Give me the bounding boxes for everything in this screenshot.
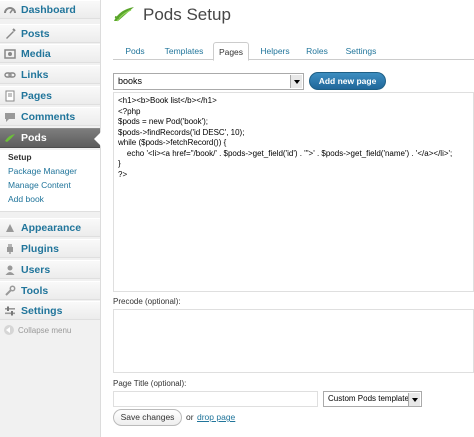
- page-title: Pods Setup: [143, 5, 231, 24]
- collapse-menu-label: Collapse menu: [18, 325, 72, 335]
- pods-submenu: Setup Package Manager Manage Content Add…: [0, 150, 100, 212]
- page-select-value: books: [118, 76, 143, 86]
- template-select-value: Custom Pods template: [328, 394, 409, 403]
- sidebar-item-pages[interactable]: Pages: [0, 86, 100, 105]
- sidebar-item-label: Settings: [21, 304, 63, 317]
- drop-page-link[interactable]: drop page: [197, 412, 235, 422]
- page-select[interactable]: books: [113, 73, 304, 90]
- collapse-arrow-icon: [4, 325, 14, 335]
- submenu-item-setup[interactable]: Setup: [0, 150, 100, 164]
- pods-icon: [4, 132, 16, 144]
- page-title-label: Page Title (optional):: [113, 379, 187, 388]
- sidebar-item-label: Links: [21, 68, 49, 81]
- tab-templates[interactable]: Templates: [161, 42, 207, 60]
- tools-icon: [4, 285, 16, 297]
- media-icon: [4, 48, 16, 60]
- precode-textarea[interactable]: [113, 309, 474, 373]
- page-code-editor[interactable]: <h1><b>Book list</b></h1> <?php $pods = …: [113, 92, 474, 292]
- sidebar-item-dashboard[interactable]: Dashboard: [0, 0, 100, 19]
- submenu-item-manage-content[interactable]: Manage Content: [0, 178, 100, 192]
- submenu-item-add-book[interactable]: Add book: [0, 192, 100, 206]
- sidebar-item-posts[interactable]: Posts: [0, 24, 100, 43]
- sidebar-item-label: Pods: [21, 132, 47, 144]
- tab-pages[interactable]: Pages: [213, 42, 249, 61]
- add-new-page-button[interactable]: Add new page: [309, 72, 386, 90]
- sidebar-item-label: Dashboard: [21, 3, 76, 16]
- sidebar-item-media[interactable]: Media: [0, 44, 100, 63]
- submenu-item-package-manager[interactable]: Package Manager: [0, 164, 100, 178]
- tab-bar: Pods Templates Pages Helpers Roles Setti…: [113, 42, 474, 61]
- sidebar-item-appearance[interactable]: Appearance: [0, 218, 100, 237]
- pages-icon: [4, 90, 16, 102]
- comments-icon: [4, 111, 16, 123]
- links-icon: [4, 69, 16, 81]
- tab-pods[interactable]: Pods: [121, 42, 149, 60]
- sidebar-item-plugins[interactable]: Plugins: [0, 239, 100, 258]
- appearance-icon: [4, 222, 16, 234]
- sidebar-item-label: Comments: [21, 110, 76, 123]
- chevron-down-icon[interactable]: [290, 75, 302, 88]
- sidebar-item-label: Media: [21, 47, 51, 60]
- tab-settings[interactable]: Settings: [340, 42, 382, 60]
- sidebar-item-label: Tools: [21, 284, 49, 297]
- page-header: Pods Setup: [113, 5, 231, 25]
- sidebar-item-users[interactable]: Users: [0, 260, 100, 279]
- sidebar-item-label: Appearance: [21, 221, 82, 234]
- collapse-menu-button[interactable]: Collapse menu: [4, 325, 71, 335]
- sidebar-item-pods[interactable]: Pods: [0, 128, 101, 148]
- settings-icon: [4, 305, 16, 317]
- plugins-icon: [4, 243, 16, 255]
- tab-roles[interactable]: Roles: [301, 42, 333, 60]
- sidebar-item-settings[interactable]: Settings: [0, 301, 100, 320]
- precode-label: Precode (optional):: [113, 297, 181, 306]
- admin-sidebar: Dashboard Posts Media Links Pages Commen…: [0, 0, 101, 437]
- or-text: or: [186, 412, 194, 422]
- template-select[interactable]: Custom Pods template: [323, 391, 422, 407]
- sidebar-item-label: Plugins: [21, 242, 59, 255]
- posts-icon: [4, 27, 16, 40]
- page-title-input[interactable]: [113, 391, 318, 407]
- sidebar-item-links[interactable]: Links: [0, 65, 100, 84]
- sidebar-item-label: Posts: [21, 27, 50, 40]
- save-changes-button[interactable]: Save changes: [113, 409, 182, 426]
- dashboard-icon: [4, 4, 16, 16]
- sidebar-item-comments[interactable]: Comments: [0, 107, 100, 126]
- sidebar-item-tools[interactable]: Tools: [0, 281, 100, 300]
- sidebar-item-label: Users: [21, 263, 51, 276]
- sidebar-item-label: Pages: [21, 89, 52, 102]
- main-content: Pods Setup Pods Templates Pages Helpers …: [101, 0, 474, 437]
- users-icon: [4, 264, 16, 276]
- pods-logo-icon: [113, 5, 135, 25]
- tab-helpers[interactable]: Helpers: [255, 42, 295, 60]
- chevron-down-icon[interactable]: [408, 393, 420, 406]
